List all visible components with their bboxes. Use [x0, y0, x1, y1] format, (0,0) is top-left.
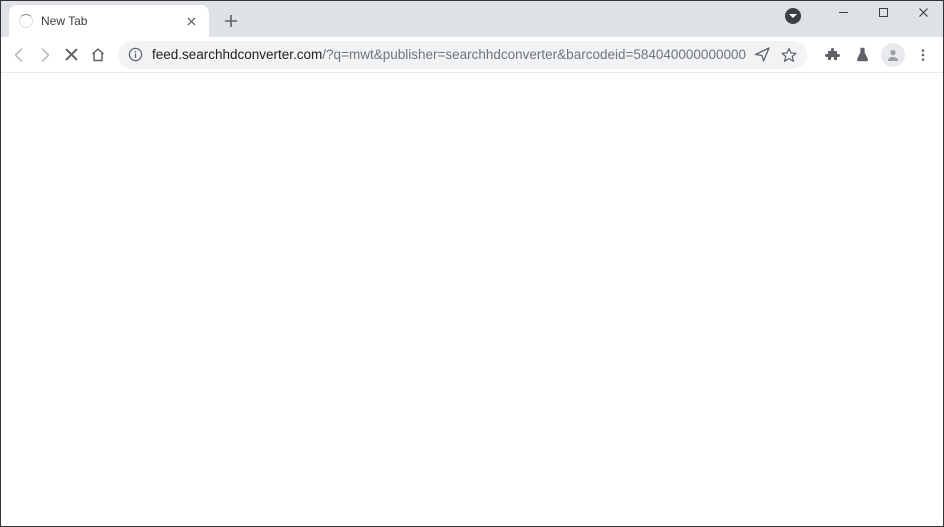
avatar-icon — [881, 43, 905, 67]
stop-reload-button[interactable] — [59, 41, 83, 69]
window-controls — [785, 0, 943, 30]
home-button[interactable] — [86, 41, 110, 69]
labs-button[interactable] — [849, 41, 877, 69]
send-icon[interactable] — [754, 46, 771, 63]
tabs-area: New Tab — [1, 1, 245, 37]
new-tab-button[interactable] — [217, 7, 245, 35]
url-path: /?q=mwt&publisher=searchhdconverter&barc… — [322, 47, 746, 62]
profile-button[interactable] — [879, 41, 907, 69]
minimize-button[interactable] — [823, 0, 863, 24]
menu-button[interactable] — [909, 41, 937, 69]
omnibox-actions — [754, 46, 797, 63]
titlebar: New Tab — [1, 1, 943, 37]
url-host: feed.searchhdconverter.com — [152, 47, 322, 62]
toolbar: feed.searchhdconverter.com/?q=mwt&publis… — [1, 37, 943, 73]
extensions-button[interactable] — [819, 41, 847, 69]
back-button[interactable] — [7, 41, 31, 69]
url-text: feed.searchhdconverter.com/?q=mwt&publis… — [152, 47, 746, 62]
forward-button[interactable] — [33, 41, 57, 69]
site-info-icon[interactable] — [128, 47, 144, 63]
close-window-button[interactable] — [903, 0, 943, 24]
page-content — [1, 73, 943, 526]
maximize-button[interactable] — [863, 0, 903, 24]
toolbar-right — [819, 41, 937, 69]
tab-close-button[interactable] — [183, 13, 199, 29]
bookmark-star-icon[interactable] — [781, 47, 797, 63]
loading-spinner-icon — [19, 14, 33, 28]
tab-title: New Tab — [41, 14, 183, 28]
address-bar[interactable]: feed.searchhdconverter.com/?q=mwt&publis… — [118, 41, 807, 69]
browser-tab[interactable]: New Tab — [9, 5, 209, 37]
search-provider-icon[interactable] — [785, 8, 801, 24]
